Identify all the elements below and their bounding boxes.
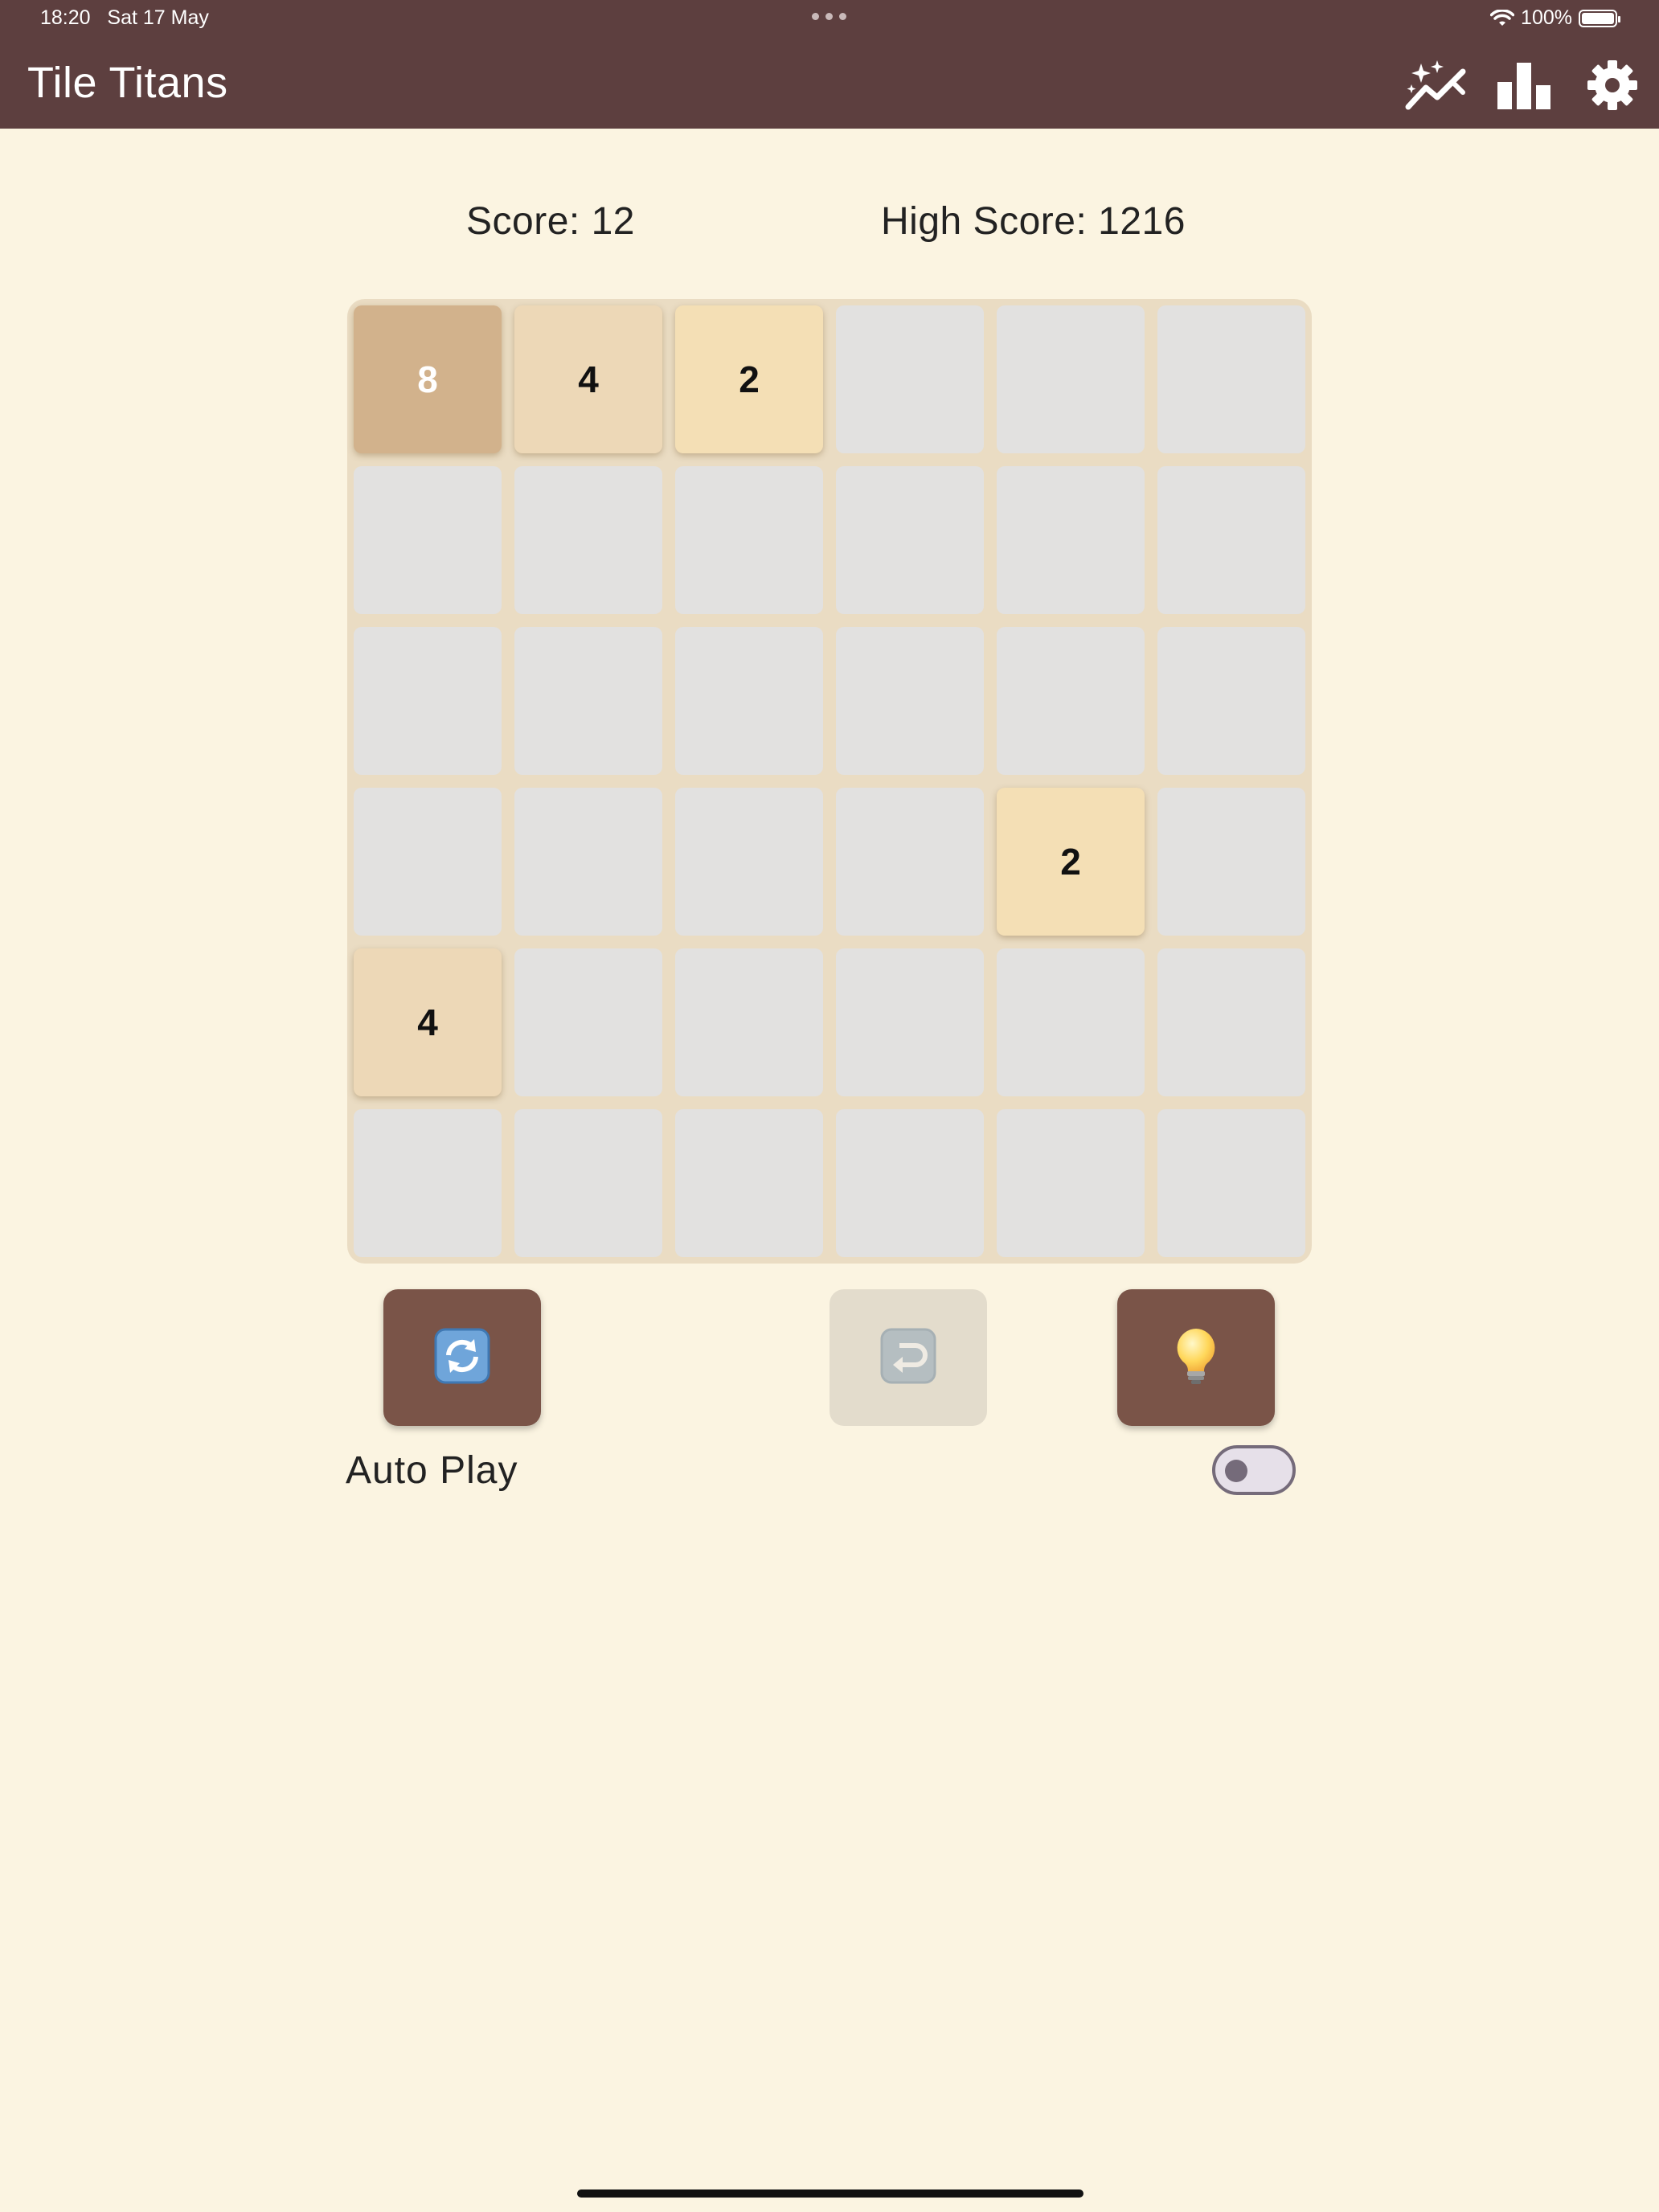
status-time: 18:20 Sat 17 May xyxy=(40,6,209,30)
hint-button[interactable] xyxy=(1117,1289,1275,1426)
tile-4: 4 xyxy=(514,305,662,453)
tile-2: 2 xyxy=(997,788,1145,936)
score-label: Score: 12 xyxy=(466,200,635,243)
sparkle-trend-icon[interactable] xyxy=(1403,53,1468,117)
bar-chart-icon[interactable] xyxy=(1492,53,1556,117)
empty-cell xyxy=(997,1109,1145,1257)
empty-cell xyxy=(836,627,984,775)
status-clock: 18:20 xyxy=(40,6,91,29)
wifi-icon xyxy=(1490,9,1515,26)
empty-cell xyxy=(514,788,662,936)
autoplay-toggle[interactable] xyxy=(1212,1445,1296,1495)
empty-cell xyxy=(1157,788,1305,936)
restart-button[interactable] xyxy=(383,1289,541,1426)
game-board[interactable]: 84224 xyxy=(347,299,1312,1264)
restart-icon xyxy=(434,1328,490,1388)
tile-4: 4 xyxy=(354,948,502,1096)
empty-cell xyxy=(675,466,823,614)
empty-cell xyxy=(836,788,984,936)
home-indicator[interactable] xyxy=(577,2189,1083,2198)
toggle-knob xyxy=(1225,1460,1247,1482)
empty-cell xyxy=(675,788,823,936)
empty-cell xyxy=(997,627,1145,775)
empty-cell xyxy=(1157,627,1305,775)
empty-cell xyxy=(514,627,662,775)
empty-cell xyxy=(675,948,823,1096)
empty-cell xyxy=(354,466,502,614)
undo-icon xyxy=(880,1328,936,1388)
lightbulb-icon xyxy=(1174,1327,1219,1389)
empty-cell xyxy=(1157,305,1305,453)
autoplay-label: Auto Play xyxy=(346,1449,518,1492)
status-right: 100% xyxy=(1490,6,1620,30)
empty-cell xyxy=(354,788,502,936)
empty-cell xyxy=(997,466,1145,614)
multitask-dots[interactable] xyxy=(812,13,846,20)
empty-cell xyxy=(514,466,662,614)
empty-cell xyxy=(1157,1109,1305,1257)
empty-cell xyxy=(836,1109,984,1257)
empty-cell xyxy=(354,627,502,775)
empty-cell xyxy=(354,1109,502,1257)
app-title: Tile Titans xyxy=(27,59,228,107)
empty-cell xyxy=(836,305,984,453)
empty-cell xyxy=(1157,466,1305,614)
undo-button[interactable] xyxy=(830,1289,987,1426)
tile-8: 8 xyxy=(354,305,502,453)
empty-cell xyxy=(997,948,1145,1096)
empty-cell xyxy=(514,948,662,1096)
toolbar xyxy=(1403,53,1645,117)
empty-cell xyxy=(1157,948,1305,1096)
gear-icon[interactable] xyxy=(1580,53,1645,117)
empty-cell xyxy=(836,466,984,614)
battery-percent: 100% xyxy=(1521,6,1572,29)
empty-cell xyxy=(836,948,984,1096)
empty-cell xyxy=(997,305,1145,453)
empty-cell xyxy=(675,627,823,775)
high-score-label: High Score: 1216 xyxy=(881,200,1186,243)
battery-icon xyxy=(1579,9,1620,27)
app-bar: 18:20 Sat 17 May 100% Tile Titans xyxy=(0,0,1659,129)
tile-2: 2 xyxy=(675,305,823,453)
status-date: Sat 17 May xyxy=(107,6,209,29)
empty-cell xyxy=(675,1109,823,1257)
empty-cell xyxy=(514,1109,662,1257)
